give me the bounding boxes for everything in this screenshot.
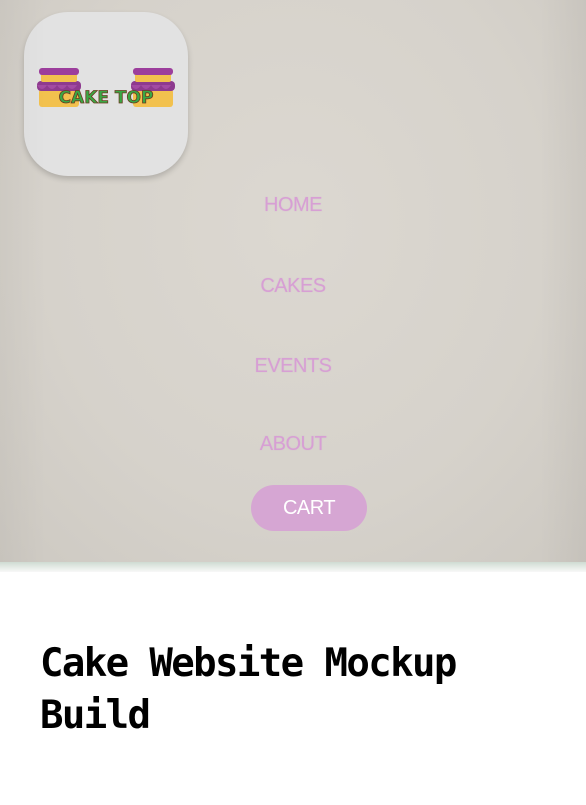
nav-home[interactable]: HOME [0,194,586,217]
project-title[interactable]: Cake Website Mockup Build [40,638,560,742]
divider [0,562,586,572]
project-card[interactable]: CAKE TOP HOME CAKES EVENTS ABOUT CART Ca… [0,0,586,805]
cake-top-logo-icon: CAKE TOP [37,68,175,108]
logo[interactable]: CAKE TOP [24,12,188,176]
logo-text: CAKE TOP [59,88,154,108]
nav-about[interactable]: ABOUT [0,433,586,456]
nav-events[interactable]: EVENTS [0,355,586,378]
cart-button[interactable]: CART [251,485,367,531]
nav-cakes[interactable]: CAKES [0,275,586,298]
mockup-preview: CAKE TOP HOME CAKES EVENTS ABOUT CART [0,0,586,562]
